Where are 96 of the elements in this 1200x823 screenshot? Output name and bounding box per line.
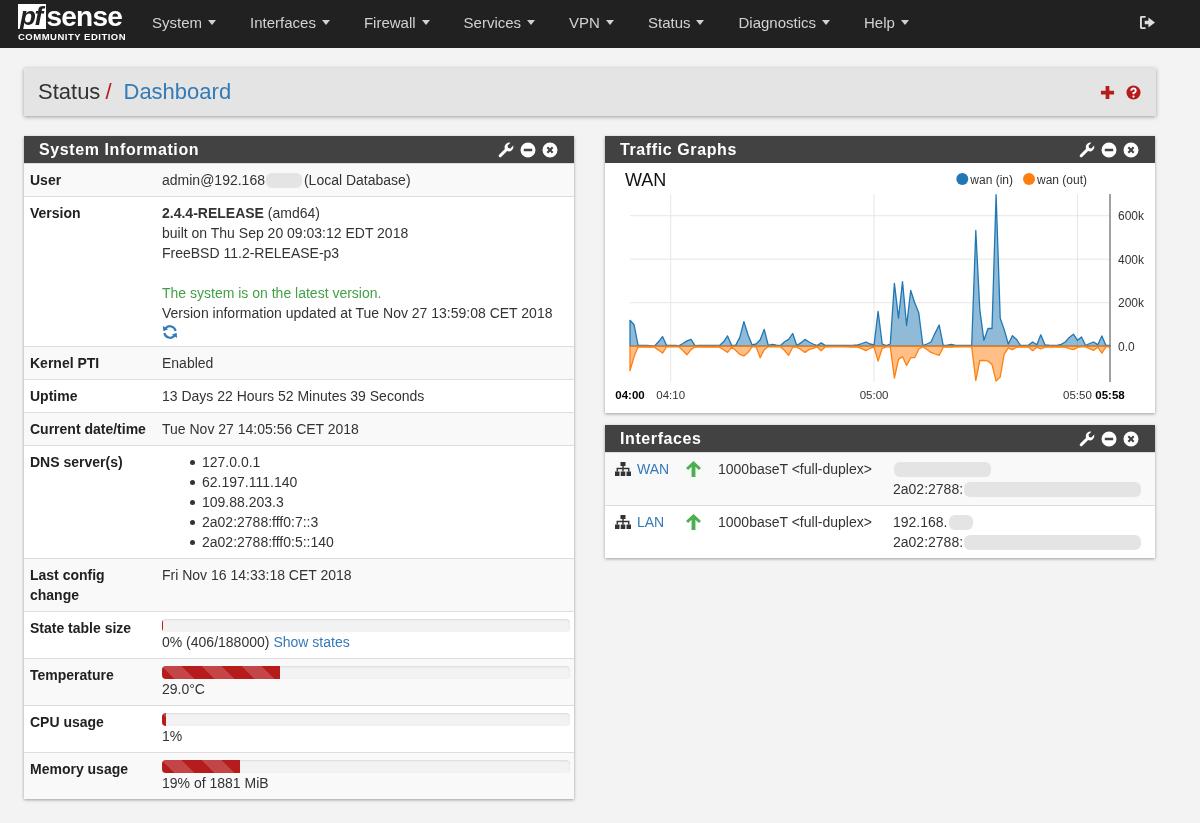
caret-icon bbox=[900, 19, 909, 25]
close-icon[interactable] bbox=[1123, 141, 1139, 158]
nav-menu[interactable]: VPN bbox=[552, 2, 631, 42]
breadcrumb-link[interactable]: Dashboard bbox=[123, 78, 232, 106]
row-label: Memory usage bbox=[29, 760, 130, 779]
nav-menu[interactable]: System bbox=[135, 2, 233, 42]
nav-menu[interactable]: Help bbox=[847, 2, 926, 42]
list-item: 109.88.203.3 bbox=[202, 493, 284, 512]
value-text: (Local Database) bbox=[303, 171, 411, 190]
row-label: Current date/time bbox=[29, 420, 147, 439]
caret-icon bbox=[696, 19, 705, 25]
axis-tick-label: 0.0 bbox=[1118, 339, 1135, 354]
legend-label: wan (out) bbox=[1037, 172, 1087, 187]
version-text: built on Thu Sep 20 09:03:12 EDT 2018 bbox=[162, 224, 410, 243]
row-label: CPU usage bbox=[29, 713, 105, 732]
row-value: 13 Days 22 Hours 52 Minutes 39 Seconds bbox=[161, 387, 426, 406]
row-label: Temperature bbox=[29, 666, 115, 685]
media-text: 1000baseT <full-duplex> bbox=[718, 460, 873, 479]
wrench-icon[interactable] bbox=[1079, 141, 1095, 158]
row-value: Fri Nov 16 14:33:18 CET 2018 bbox=[161, 566, 353, 585]
logo-text: sense bbox=[46, 4, 122, 29]
row-label: Uptime bbox=[29, 387, 79, 406]
close-icon[interactable] bbox=[542, 141, 558, 158]
row-label: Last config change bbox=[29, 566, 106, 605]
nav-menu[interactable]: Diagnostics bbox=[721, 2, 848, 42]
caret-icon bbox=[208, 19, 216, 25]
nav-menu[interactable]: Status bbox=[630, 2, 722, 42]
caret-icon bbox=[605, 19, 614, 25]
caret-icon bbox=[527, 19, 536, 25]
axis-tick-label: 05:00 bbox=[859, 389, 889, 401]
axis-tick-label: 600k bbox=[1118, 209, 1145, 224]
axis-tick-label: 05:58 bbox=[1095, 389, 1125, 401]
caret-icon bbox=[321, 19, 330, 25]
interface-link[interactable]: WAN bbox=[637, 459, 670, 479]
address-text: 2a02:2788: bbox=[893, 533, 964, 552]
meter-reading: 19% of 1881 MiB bbox=[162, 774, 269, 793]
list-item: 62.197.111.140 bbox=[202, 473, 298, 492]
row-label: Kernel PTI bbox=[29, 354, 101, 373]
row-label: User bbox=[29, 171, 63, 190]
list-item: 2a02:2788:fff0:5::140 bbox=[202, 533, 334, 552]
bullet-icon bbox=[190, 459, 195, 465]
row-label: Version bbox=[29, 204, 82, 223]
nav-menu[interactable]: Interfaces bbox=[233, 2, 347, 42]
axis-tick-label: 04:00 bbox=[615, 389, 645, 401]
network-icon bbox=[615, 515, 631, 529]
minimize-icon[interactable] bbox=[1101, 141, 1117, 158]
refresh-icon[interactable] bbox=[162, 324, 178, 340]
version-text: FreeBSD 11.2-RELEASE-p3 bbox=[162, 244, 341, 263]
nav-menu[interactable]: Firewall bbox=[346, 2, 447, 42]
row-label: State table size bbox=[29, 619, 133, 638]
row-value: Enabled bbox=[161, 354, 215, 373]
legend-label: wan (in) bbox=[970, 172, 1013, 187]
bullet-icon bbox=[190, 479, 195, 485]
logo-subtitle: COMMUNITY EDITION bbox=[18, 31, 128, 42]
meter-reading: 0% (406/188000) bbox=[162, 633, 270, 652]
list-item: 2a02:2788:fff0:7::3 bbox=[202, 513, 319, 532]
logo-mark: pf bbox=[18, 4, 46, 29]
caret-icon bbox=[822, 19, 831, 25]
value-text: admin@192.168 bbox=[162, 171, 265, 190]
address-text: 2a02:2788: bbox=[893, 480, 964, 499]
panel-title: Interfaces bbox=[620, 428, 703, 449]
close-icon[interactable] bbox=[1123, 430, 1139, 447]
media-text: 1000baseT <full-duplex> bbox=[718, 513, 873, 532]
wrench-icon[interactable] bbox=[1079, 430, 1095, 447]
exit-arrow-icon[interactable] bbox=[1140, 15, 1155, 29]
chart-title: WAN bbox=[625, 170, 667, 190]
meter-reading: 29.0°C bbox=[162, 680, 205, 699]
plus-icon[interactable] bbox=[1100, 84, 1115, 100]
interface-link[interactable]: LAN bbox=[637, 512, 665, 532]
bullet-icon bbox=[190, 539, 195, 545]
update-info: Version information updated at Tue Nov 27 13:59:08 CET 2018 bbox=[162, 304, 554, 323]
caret-icon bbox=[421, 19, 430, 25]
bullet-icon bbox=[190, 499, 195, 505]
bullet-icon bbox=[190, 519, 195, 525]
row-label: DNS server(s) bbox=[29, 453, 124, 472]
axis-tick-label: 200k bbox=[1118, 296, 1145, 311]
panel-title: System Information bbox=[39, 139, 201, 160]
axis-tick-label: 05:50 bbox=[1063, 389, 1092, 401]
breadcrumb-separator: / bbox=[105, 78, 112, 106]
update-status: The system is on the latest version. bbox=[162, 284, 383, 303]
axis-tick-label: 04:10 bbox=[656, 389, 686, 401]
breadcrumb-text: Status bbox=[38, 78, 101, 106]
minimize-icon[interactable] bbox=[520, 141, 536, 158]
states-link[interactable]: Show states bbox=[273, 632, 350, 652]
network-icon bbox=[615, 462, 631, 476]
help-icon[interactable] bbox=[1126, 84, 1141, 100]
minimize-icon[interactable] bbox=[1101, 430, 1117, 447]
meter-reading: 1% bbox=[162, 727, 183, 746]
wrench-icon[interactable] bbox=[498, 141, 514, 158]
axis-tick-label: 400k bbox=[1118, 252, 1145, 267]
nav-menu[interactable]: Services bbox=[446, 2, 553, 42]
version-text: 2.4.4-RELEASE (amd64) bbox=[162, 204, 321, 223]
address-text: 192.168. bbox=[893, 513, 948, 532]
list-item: 127.0.0.1 bbox=[202, 453, 261, 472]
row-value: Tue Nov 27 14:05:56 CET 2018 bbox=[161, 420, 360, 439]
panel-title: Traffic Graphs bbox=[620, 139, 738, 160]
